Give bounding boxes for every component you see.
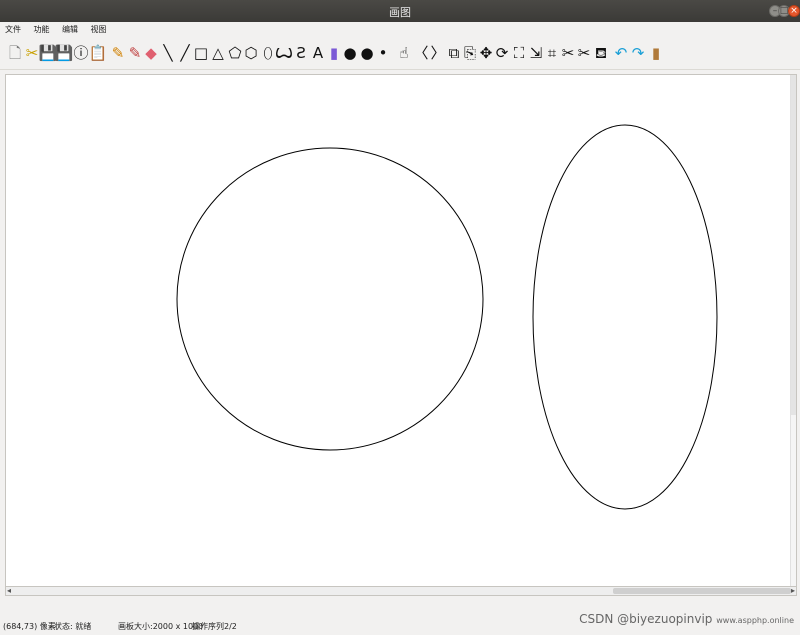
resize-icon[interactable]: ⇲: [528, 44, 544, 62]
chevron-left-icon[interactable]: 〈: [413, 44, 429, 62]
slash-line-icon[interactable]: ╱: [177, 44, 193, 62]
move-icon[interactable]: ✥: [478, 44, 494, 62]
horizontal-scrollbar[interactable]: ◂ ▸: [5, 586, 797, 596]
cut-icon[interactable]: ✂: [560, 44, 576, 62]
drawn-ellipse[interactable]: [532, 124, 718, 510]
ellipse-icon[interactable]: ⬯: [260, 44, 276, 62]
rectangle-icon[interactable]: □: [193, 44, 209, 62]
vertical-scroll-thumb[interactable]: [791, 75, 796, 415]
redo-icon[interactable]: ↷: [630, 44, 646, 62]
new-file-icon[interactable]: 🗋: [7, 44, 23, 62]
status-state: 状态: 就绪: [54, 622, 92, 631]
s-curve-icon[interactable]: Ƨ: [293, 44, 309, 62]
brush-icon[interactable]: ✎: [127, 44, 143, 62]
watermark-small: www.aspphp.online: [716, 616, 794, 625]
vertical-scrollbar[interactable]: [790, 75, 796, 586]
triangle-icon[interactable]: △: [210, 44, 226, 62]
copy-icon[interactable]: ⧉: [446, 44, 462, 62]
status-coords: (684,73) 像素: [3, 622, 56, 631]
pencil-icon[interactable]: ✎: [110, 44, 126, 62]
status-operation: 操作序列2/2: [192, 622, 237, 631]
pentagon-icon[interactable]: ⬠: [227, 44, 243, 62]
rotate-icon[interactable]: ⟳: [494, 44, 510, 62]
scroll-left-arrow[interactable]: ◂: [7, 586, 11, 595]
title-bar: 画图 – □ ×: [0, 0, 800, 22]
small-dot-icon[interactable]: •: [375, 44, 391, 62]
scissors-icon[interactable]: ✂: [576, 44, 592, 62]
horizontal-scroll-thumb[interactable]: [613, 588, 791, 594]
medium-dot-icon[interactable]: ●: [359, 44, 375, 62]
undo-icon[interactable]: ↶: [613, 44, 629, 62]
save-icon[interactable]: 💾: [39, 44, 58, 62]
large-dot-icon[interactable]: ●: [342, 44, 358, 62]
scroll-right-arrow[interactable]: ▸: [791, 586, 795, 595]
curve-icon[interactable]: Ꙍ: [275, 44, 293, 62]
status-canvas-size: 画板大小:2000 x 1000: [118, 622, 204, 631]
menu-function[interactable]: 功能: [29, 22, 50, 35]
paste-icon[interactable]: ⎘: [462, 44, 478, 62]
watermark: CSDN @biyezuopinvip www.aspphp.online: [579, 612, 794, 626]
backslash-line-icon[interactable]: ╲: [160, 44, 176, 62]
clipboard-icon[interactable]: 📋: [89, 44, 108, 62]
menu-bar: 文件 功能 编辑 视图: [0, 22, 800, 38]
fullscreen-icon[interactable]: ⛶: [511, 44, 527, 62]
polygon-icon[interactable]: ⬡: [243, 44, 259, 62]
watermark-text: CSDN @biyezuopinvip: [579, 612, 713, 626]
crop-icon[interactable]: ⌗: [544, 44, 560, 62]
text-icon[interactable]: A: [310, 44, 326, 62]
menu-file[interactable]: 文件: [0, 22, 21, 35]
chevron-right-icon[interactable]: 〉: [430, 44, 446, 62]
info-icon[interactable]: ⓘ: [73, 44, 89, 62]
close-button[interactable]: ×: [788, 5, 800, 17]
color-palette-icon[interactable]: ▮: [326, 44, 342, 62]
pointer-icon[interactable]: ☝: [396, 44, 412, 62]
open-file-icon[interactable]: ✂: [24, 44, 40, 62]
drawn-circle[interactable]: [176, 147, 484, 451]
canvas-drawing: [176, 124, 718, 510]
menu-view[interactable]: 视图: [86, 22, 107, 35]
drawing-canvas[interactable]: [5, 74, 797, 587]
fill-bucket-icon[interactable]: ⛾: [593, 44, 609, 62]
door-icon[interactable]: ▮: [648, 44, 664, 62]
eraser-icon[interactable]: ◆: [143, 44, 159, 62]
window-title: 画图: [389, 6, 411, 19]
menu-edit[interactable]: 编辑: [57, 22, 78, 35]
save-as-icon[interactable]: 💾: [55, 44, 74, 62]
